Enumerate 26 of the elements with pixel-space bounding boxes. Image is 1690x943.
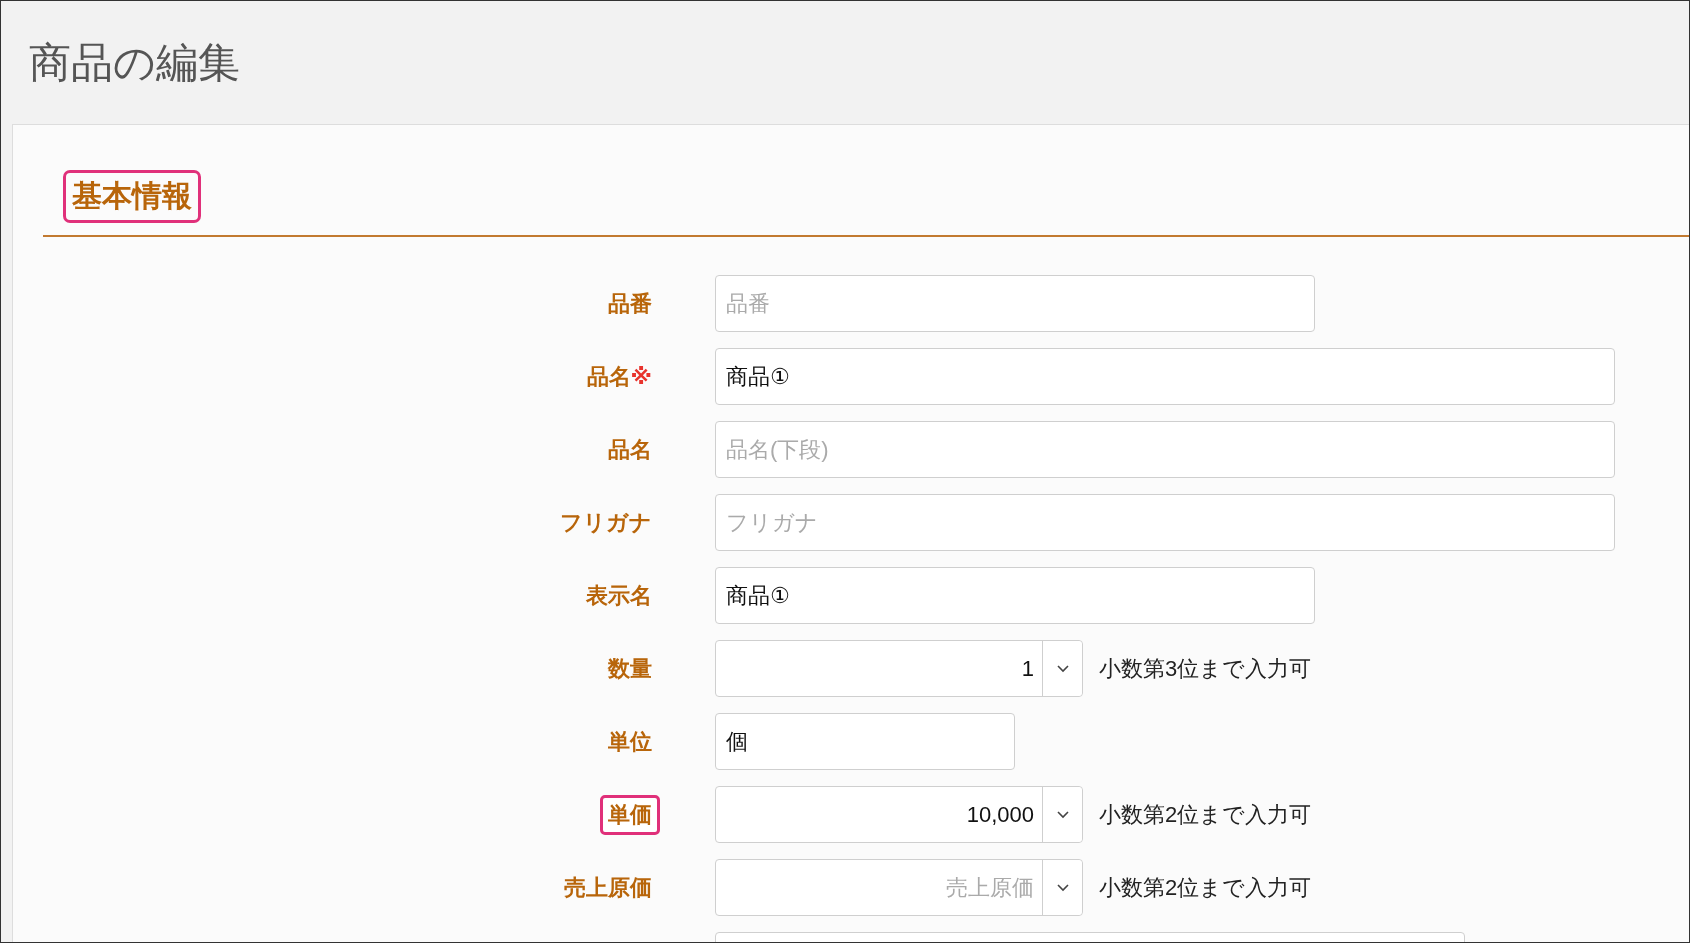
field-label: 単位 bbox=[607, 727, 653, 756]
text-field[interactable]: 商品① bbox=[715, 567, 1315, 624]
text-field[interactable]: 品名(下段) bbox=[715, 421, 1615, 478]
chevron-down-icon bbox=[1056, 810, 1069, 819]
text-field[interactable]: 個 bbox=[715, 713, 1015, 770]
chevron-down-icon bbox=[1056, 664, 1069, 673]
field-label: フリガナ bbox=[559, 508, 653, 537]
chevron-down-icon bbox=[1056, 883, 1069, 892]
field-label: 数量 bbox=[606, 654, 653, 683]
field-label: 売上原価 bbox=[563, 873, 653, 902]
page-title: 商品の編集 bbox=[28, 37, 241, 88]
input-hint: 小数第2位まで入力可 bbox=[1099, 800, 1312, 829]
section-title: 基本情報 bbox=[63, 170, 201, 223]
dropdown-button[interactable] bbox=[1042, 787, 1082, 842]
field-label: 表示名 bbox=[585, 581, 653, 610]
text-field[interactable]: フリガナ bbox=[715, 494, 1615, 551]
field-label: 単価 bbox=[600, 794, 660, 835]
field-label: 品名※ bbox=[585, 362, 653, 391]
input-hint: 小数第2位まで入力可 bbox=[1099, 873, 1312, 902]
dropdown-button[interactable] bbox=[1042, 641, 1082, 696]
input-hint: 小数第3位まで入力可 bbox=[1099, 654, 1312, 683]
field-label: 品番 bbox=[607, 289, 653, 318]
text-field[interactable]: 商品① bbox=[715, 348, 1615, 405]
field-label: 品名 bbox=[607, 435, 653, 464]
text-field[interactable]: 品番 bbox=[715, 275, 1315, 332]
dropdown-button[interactable] bbox=[1042, 860, 1082, 915]
